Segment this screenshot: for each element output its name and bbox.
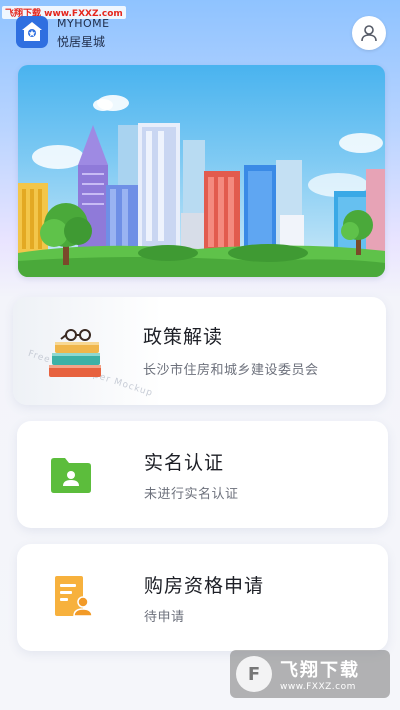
banner-image[interactable] <box>18 65 385 277</box>
realname-card[interactable]: 实名认证 未进行实名认证 <box>17 421 388 528</box>
policy-title: 政策解读 <box>143 326 224 348</box>
document-user-icon <box>55 576 93 617</box>
books-glasses-icon <box>49 329 101 377</box>
profile-button[interactable] <box>352 16 386 50</box>
policy-subtitle: 长沙市住房和城乡建设委员会 <box>143 363 319 378</box>
watermark-url: www.FXXZ.com <box>280 682 356 692</box>
app-name-chinese: 悦居星城 <box>57 35 106 49</box>
realname-title: 实名认证 <box>144 452 225 474</box>
eligibility-card[interactable]: 购房资格申请 待申请 <box>17 544 388 651</box>
user-folder-icon <box>51 458 91 493</box>
app-name-english: MYHOME <box>57 17 110 30</box>
app-logo-icon <box>16 16 48 48</box>
watermark-bottom: F 飞翔下载 www.FXXZ.com <box>230 650 390 698</box>
policy-card[interactable]: Free Newspaper Mockup 政策解读 长沙市住房和城乡建设委员会 <box>13 297 386 405</box>
realname-status: 未进行实名认证 <box>144 487 239 502</box>
user-icon <box>361 25 377 42</box>
watermark-brand: 飞翔下载 <box>280 660 360 681</box>
watermark-logo-icon: F <box>236 656 272 692</box>
city-skyline-illustration <box>18 95 385 277</box>
app-header: MYHOME 悦居星城 <box>16 12 386 52</box>
eligibility-status: 待申请 <box>144 610 185 625</box>
eligibility-title: 购房资格申请 <box>144 575 265 597</box>
